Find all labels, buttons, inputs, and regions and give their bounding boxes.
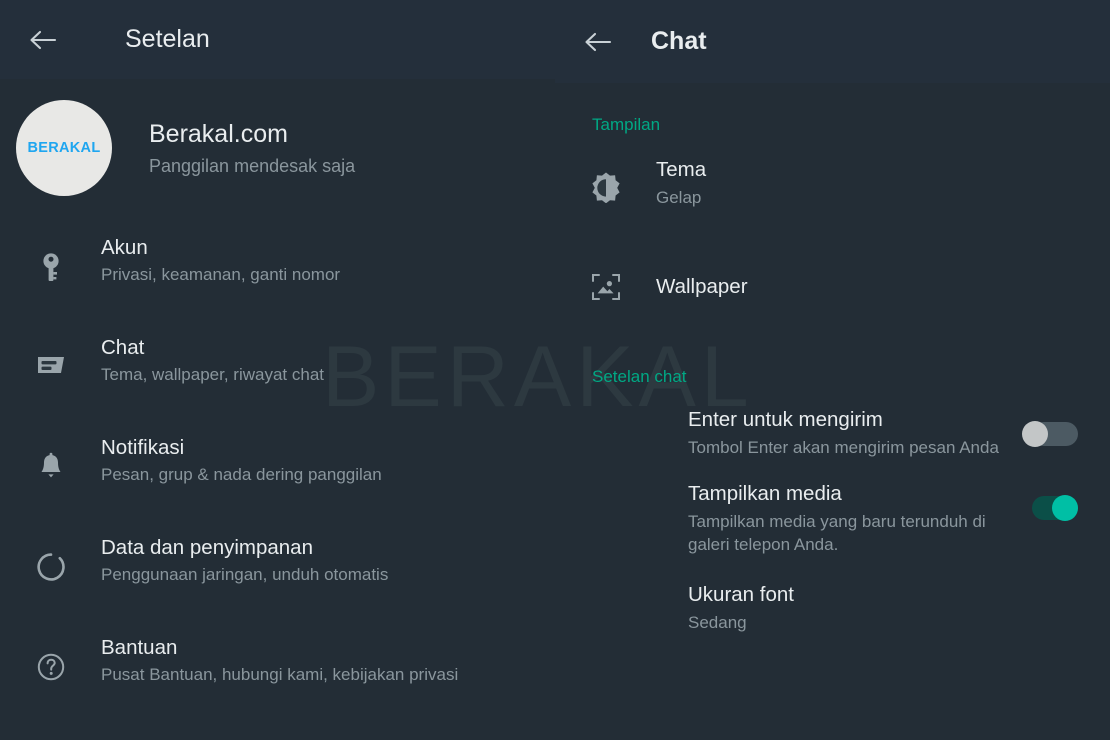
sidebar-item-title: Notifikasi xyxy=(101,436,185,459)
sidebar-item-text: Bantuan Pusat Bantuan, hubungi kami, keb… xyxy=(101,635,458,686)
sidebar-item-text: Chat Tema, wallpaper, riwayat chat xyxy=(101,335,324,386)
page-title: Chat xyxy=(651,27,707,55)
toggle-knob xyxy=(1052,495,1078,521)
option-title: Wallpaper xyxy=(656,275,748,298)
sidebar-item-subtitle: Tema, wallpaper, riwayat chat xyxy=(101,365,324,384)
option-body: Tema Gelap xyxy=(656,157,1078,209)
toggle-enter-untuk-mengirim[interactable] xyxy=(1022,421,1078,447)
sidebar-item-subtitle: Penggunaan jaringan, unduh otomatis xyxy=(101,565,389,584)
section-header-tampilan: Tampilan xyxy=(592,115,661,134)
option-title: Enter untuk mengirim xyxy=(688,408,883,431)
sidebar-item-title: Akun xyxy=(101,236,148,259)
settings-topbar: Setelan xyxy=(0,0,555,79)
option-row-ukuran-font[interactable]: Ukuran font Sedang xyxy=(555,582,1110,634)
settings-list: Akun Privasi, keamanan, ganti nomor Chat… xyxy=(0,234,555,734)
option-subtitle: Tampilkan media yang baru terunduh di ga… xyxy=(688,512,986,554)
key-icon xyxy=(33,252,69,284)
option-title: Ukuran font xyxy=(688,583,794,606)
option-title: Tema xyxy=(656,158,707,181)
brightness-icon xyxy=(588,171,624,203)
profile-name: Berakal.com xyxy=(149,120,288,148)
sidebar-item-title: Bantuan xyxy=(101,636,178,659)
page-title: Setelan xyxy=(125,25,210,53)
sidebar-item-text: Notifikasi Pesan, grup & nada dering pan… xyxy=(101,435,382,486)
option-body: Wallpaper xyxy=(656,274,1078,300)
chat-settings-pane: Chat Tampilan Tema Gelap Wallpaper Setel… xyxy=(555,0,1110,740)
option-row-tema[interactable]: Tema Gelap xyxy=(555,157,1110,235)
sidebar-item-notifikasi[interactable]: Notifikasi Pesan, grup & nada dering pan… xyxy=(0,434,555,534)
sidebar-item-data-penyimpanan[interactable]: Data dan penyimpanan Penggunaan jaringan… xyxy=(0,534,555,634)
option-value: Gelap xyxy=(656,188,702,207)
chat-bubble-icon xyxy=(33,352,69,378)
profile-row[interactable]: BERAKAL Berakal.com Panggilan mendesak s… xyxy=(0,79,555,196)
sidebar-item-subtitle: Privasi, keamanan, ganti nomor xyxy=(101,265,341,284)
back-arrow-icon[interactable] xyxy=(582,25,616,59)
sidebar-item-bantuan[interactable]: Bantuan Pusat Bantuan, hubungi kami, keb… xyxy=(0,634,555,734)
back-arrow-icon[interactable] xyxy=(27,23,61,57)
chat-topbar: Chat xyxy=(555,0,1110,83)
option-body: Ukuran font Sedang xyxy=(688,582,1078,634)
option-row-enter-untuk-mengirim[interactable]: Enter untuk mengirim Tombol Enter akan m… xyxy=(555,407,1110,459)
sidebar-item-text: Akun Privasi, keamanan, ganti nomor xyxy=(101,235,340,286)
section-header-setelan-chat: Setelan chat xyxy=(592,367,687,386)
toggle-knob xyxy=(1022,421,1048,447)
toggle-tampilkan-media[interactable] xyxy=(1022,495,1078,521)
option-body: Tampilkan media Tampilkan media yang bar… xyxy=(688,481,1008,556)
sidebar-item-chat[interactable]: Chat Tema, wallpaper, riwayat chat xyxy=(0,334,555,434)
option-row-tampilkan-media[interactable]: Tampilkan media Tampilkan media yang bar… xyxy=(555,481,1110,556)
option-title: Tampilkan media xyxy=(688,482,842,505)
profile-text: Berakal.com Panggilan mendesak saja xyxy=(149,119,355,177)
option-body: Enter untuk mengirim Tombol Enter akan m… xyxy=(688,407,1008,459)
help-circle-icon xyxy=(33,652,69,682)
data-storage-icon xyxy=(33,552,69,582)
sidebar-item-title: Data dan penyimpanan xyxy=(101,536,313,559)
settings-pane: Setelan BERAKAL Berakal.com Panggilan me… xyxy=(0,0,555,740)
sidebar-item-subtitle: Pusat Bantuan, hubungi kami, kebijakan p… xyxy=(101,665,459,684)
image-frame-icon xyxy=(588,272,624,302)
whatsapp-settings-screen: BERAKAL Setelan BERAKAL Berakal.com Pang… xyxy=(0,0,1110,740)
avatar[interactable]: BERAKAL xyxy=(16,100,112,196)
option-value: Sedang xyxy=(688,613,747,632)
option-row-wallpaper[interactable]: Wallpaper xyxy=(555,257,1110,317)
sidebar-item-akun[interactable]: Akun Privasi, keamanan, ganti nomor xyxy=(0,234,555,334)
sidebar-item-title: Chat xyxy=(101,336,145,359)
avatar-label: BERAKAL xyxy=(27,140,101,156)
sidebar-item-subtitle: Pesan, grup & nada dering panggilan xyxy=(101,465,382,484)
option-subtitle: Tombol Enter akan mengirim pesan Anda xyxy=(688,438,999,457)
bell-icon xyxy=(33,452,69,482)
sidebar-item-text: Data dan penyimpanan Penggunaan jaringan… xyxy=(101,535,388,586)
profile-status: Panggilan mendesak saja xyxy=(149,156,356,176)
